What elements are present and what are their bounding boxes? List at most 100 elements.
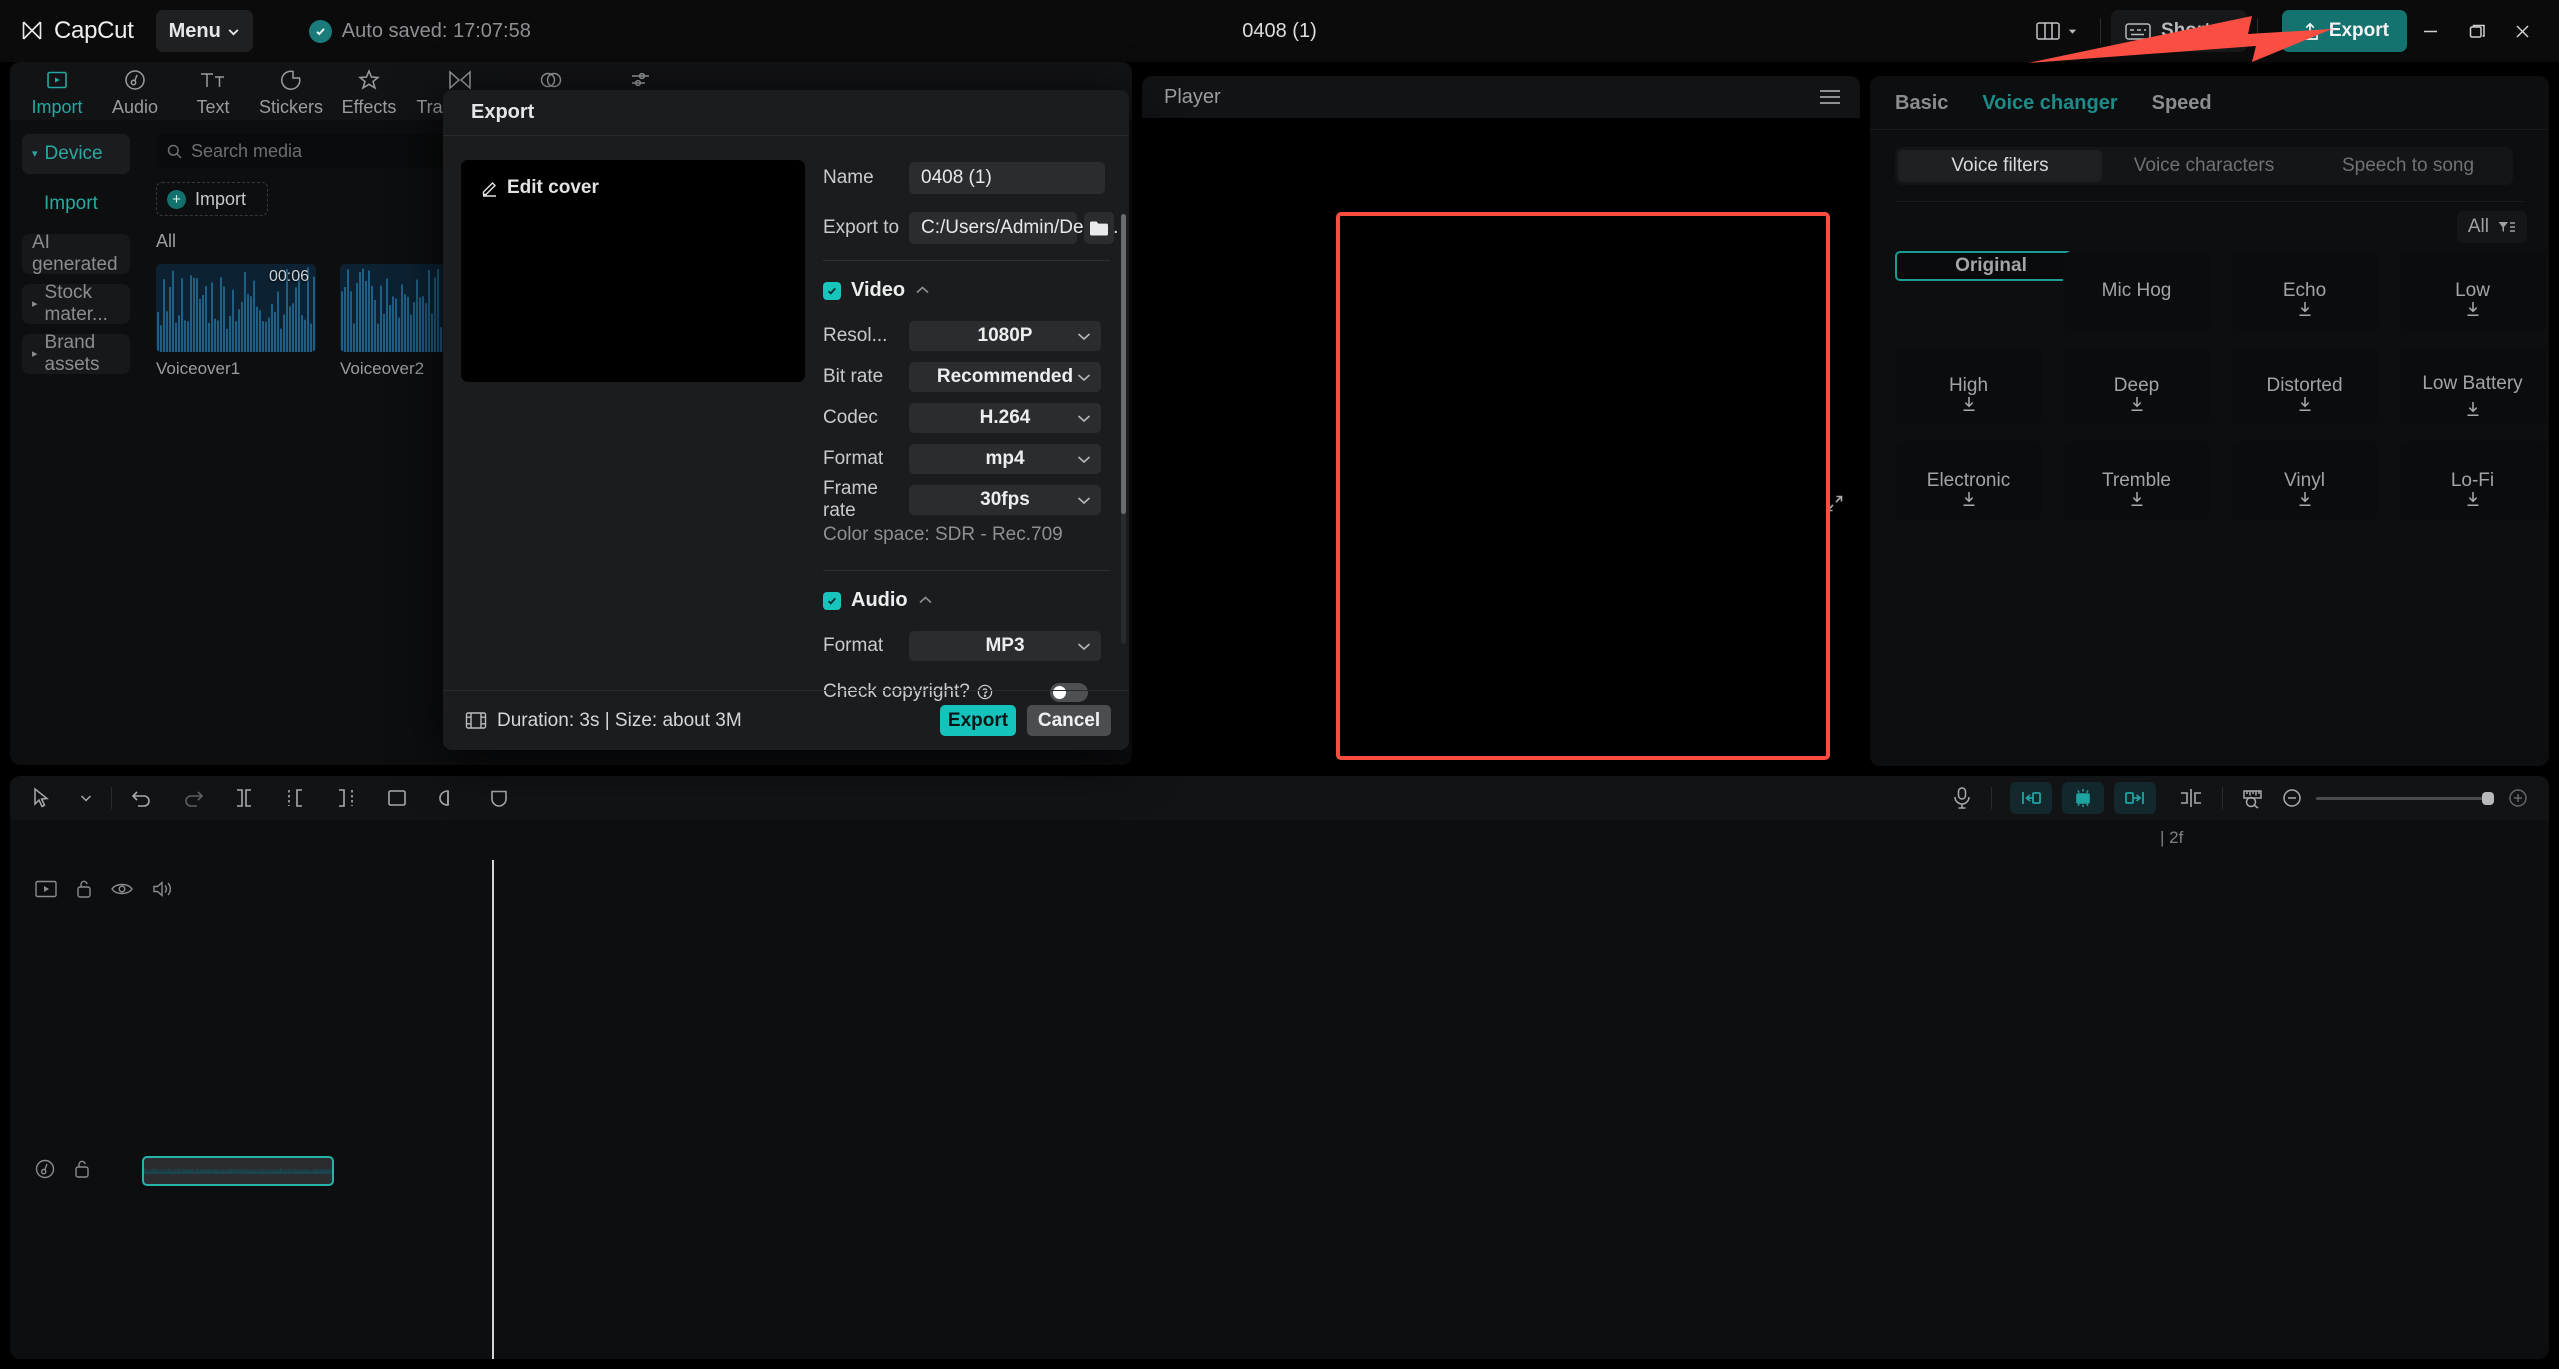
dialog-scrollbar[interactable] [1121, 214, 1126, 644]
export-path-input[interactable]: C:/Users/Admin/Desk... [909, 212, 1118, 244]
chevron-up-icon[interactable] [915, 282, 930, 300]
browse-folder-button[interactable] [1084, 212, 1114, 244]
sidebar-item-import[interactable]: Import [22, 184, 130, 224]
lock-icon[interactable] [74, 878, 94, 900]
snap-left-button[interactable] [2010, 782, 2052, 814]
select-tool-dropdown-icon[interactable] [79, 791, 93, 805]
lock-icon[interactable] [72, 1158, 92, 1180]
audio-clip[interactable] [142, 1156, 334, 1186]
sidebar-item-ai-generated[interactable]: AI generated [22, 232, 130, 275]
audio-checkbox[interactable] [823, 591, 841, 610]
codec-select[interactable]: H.264 [909, 403, 1101, 433]
download-icon[interactable] [2464, 490, 2481, 513]
video-format-select[interactable]: mp4 [909, 444, 1101, 474]
trim-left-icon[interactable] [283, 787, 307, 809]
voice-filter-low-battery[interactable]: Low Battery [2399, 346, 2546, 425]
video-checkbox[interactable] [823, 281, 841, 300]
mirror-icon[interactable] [436, 787, 460, 809]
download-icon[interactable] [2464, 400, 2481, 423]
audio-format-select[interactable]: MP3 [909, 631, 1101, 661]
volume-icon[interactable] [150, 879, 174, 899]
maximize-button[interactable] [2453, 9, 2499, 53]
minimize-button[interactable] [2407, 9, 2453, 53]
crop-icon[interactable] [385, 787, 409, 809]
eye-icon[interactable] [110, 880, 134, 898]
chevron-up-icon[interactable] [918, 592, 933, 610]
zoom-in-icon[interactable] [2507, 787, 2529, 809]
voice-filter-label: Electronic [1926, 469, 2011, 491]
voice-filter-original[interactable]: Original [1895, 251, 2087, 281]
download-icon[interactable] [2128, 395, 2145, 418]
zoom-slider-handle[interactable] [2482, 791, 2494, 805]
import-media-button[interactable]: + Import [156, 182, 268, 216]
undo-icon[interactable] [130, 787, 154, 809]
ruler-zoom-icon[interactable] [2241, 787, 2265, 809]
redo-icon[interactable] [181, 787, 205, 809]
download-icon[interactable] [2464, 300, 2481, 323]
freeze-icon[interactable] [487, 787, 511, 809]
trim-right-icon[interactable] [334, 787, 358, 809]
voice-filter-echo[interactable]: Echo [2231, 251, 2378, 330]
tab-basic[interactable]: Basic [1895, 92, 1948, 115]
playhead[interactable] [492, 860, 494, 1359]
framerate-select[interactable]: 30fps [909, 485, 1101, 515]
filter-button[interactable]: All [2456, 211, 2527, 243]
download-icon[interactable] [1960, 490, 1977, 513]
voice-filter-low[interactable]: Low [2399, 251, 2546, 330]
close-button[interactable] [2499, 9, 2545, 53]
media-thumbnail[interactable]: 00:06 [156, 264, 316, 352]
menu-button[interactable]: Menu [155, 10, 253, 52]
sidebar-item-stock-materials[interactable]: ▸ Stock mater... [22, 282, 130, 325]
audio-track-icon[interactable] [34, 1158, 56, 1180]
tab-text[interactable]: Text [174, 65, 252, 118]
snap-right-button[interactable] [2114, 782, 2156, 814]
video-track-icon[interactable] [34, 879, 58, 899]
voice-filter-lo-fi[interactable]: Lo-Fi [2399, 441, 2546, 520]
resolution-select[interactable]: 1080P [909, 321, 1101, 351]
tab-import[interactable]: Import [18, 65, 96, 118]
download-icon[interactable] [2128, 490, 2145, 513]
split-icon[interactable] [232, 787, 256, 809]
zoom-slider[interactable] [2316, 791, 2494, 805]
segment-speech-to-song[interactable]: Speech to song [2306, 150, 2510, 182]
voice-filter-vinyl[interactable]: Vinyl [2231, 441, 2378, 520]
segment-voice-characters[interactable]: Voice characters [2102, 150, 2306, 182]
split-clip-icon[interactable] [2178, 788, 2204, 808]
snap-center-button[interactable] [2062, 782, 2104, 814]
shortcuts-button[interactable]: Shortcu [2111, 10, 2247, 52]
search-input[interactable]: Search media [156, 134, 456, 168]
download-icon[interactable] [2296, 300, 2313, 323]
sidebar-item-brand-assets[interactable]: ▸ Brand assets [22, 332, 130, 375]
voice-filter-distorted[interactable]: Distorted [2231, 346, 2378, 425]
export-button-top[interactable]: Export [2281, 10, 2407, 52]
export-confirm-button[interactable]: Export [940, 705, 1016, 736]
zoom-out-icon[interactable] [2281, 787, 2303, 809]
expand-icon[interactable] [1825, 494, 1844, 518]
tab-stickers[interactable]: Stickers [252, 65, 330, 118]
sidebar-item-device[interactable]: ▾ Device [22, 134, 130, 174]
download-icon[interactable] [2296, 490, 2313, 513]
select-tool-icon[interactable] [32, 787, 52, 809]
edit-cover-button[interactable]: Edit cover [481, 177, 805, 199]
player-menu-icon[interactable] [1820, 90, 1840, 104]
download-icon[interactable] [1960, 395, 1977, 418]
timeline-ruler[interactable]: | 2f [10, 820, 2549, 860]
segment-voice-filters[interactable]: Voice filters [1898, 150, 2102, 182]
download-icon[interactable] [2296, 395, 2313, 418]
list-item[interactable]: 00:06 Voiceover1 [156, 264, 316, 379]
voice-filter-high[interactable]: High [1895, 346, 2042, 425]
voice-filter-electronic[interactable]: Electronic [1895, 441, 2042, 520]
voice-filter-mic-hog[interactable]: Mic Hog [2063, 251, 2210, 330]
tab-effects[interactable]: Effects [330, 65, 408, 118]
cancel-button[interactable]: Cancel [1027, 705, 1111, 736]
bitrate-select[interactable]: Recommended [909, 362, 1101, 392]
tab-audio[interactable]: Audio [96, 65, 174, 118]
tab-speed[interactable]: Speed [2152, 92, 2212, 115]
layout-button[interactable] [2024, 13, 2090, 49]
voice-filter-deep[interactable]: Deep [2063, 346, 2210, 425]
record-voiceover-icon[interactable] [1951, 786, 1973, 810]
voice-filter-tremble[interactable]: Tremble [2063, 441, 2210, 520]
name-input[interactable]: 0408 (1) [909, 162, 1105, 194]
dialog-scrollbar-thumb[interactable] [1121, 214, 1126, 514]
tab-voice-changer[interactable]: Voice changer [1982, 92, 2117, 115]
